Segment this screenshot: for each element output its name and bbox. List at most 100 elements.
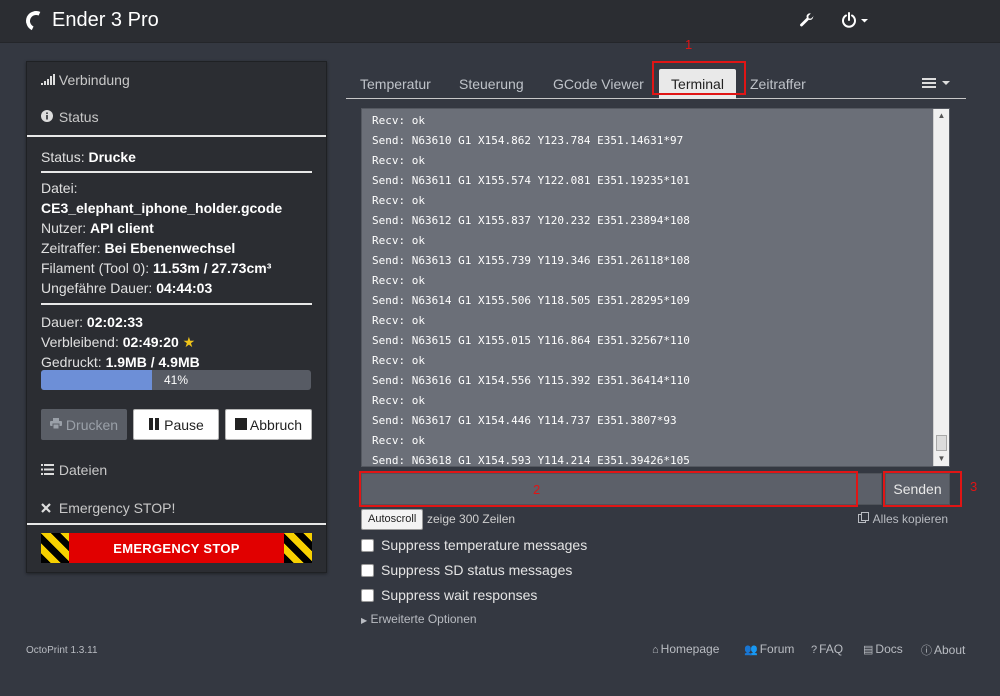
annotation-box-1 — [652, 61, 746, 95]
terminal-line: Recv: ok — [372, 274, 425, 287]
lines-info: zeige 300 Zeilen — [427, 512, 516, 526]
homepage-link[interactable]: ⌂ Homepage — [652, 642, 719, 656]
terminal-line: Recv: ok — [372, 194, 425, 207]
suppress-wait-checkbox[interactable]: Suppress wait responses — [361, 585, 537, 605]
terminal-scrollbar[interactable]: ▲ ▼ — [933, 109, 949, 466]
connection-heading[interactable]: Verbindung — [27, 62, 326, 99]
tab-temperature[interactable]: Temperatur — [350, 69, 441, 99]
file-label: Datei: — [41, 180, 78, 196]
checkbox[interactable] — [361, 538, 374, 552]
annotation-number-2: 2 — [533, 482, 541, 497]
homepage-label: Homepage — [660, 642, 720, 656]
scrollbar-thumb[interactable] — [936, 435, 947, 451]
scroll-up-icon[interactable]: ▲ — [934, 109, 949, 123]
copy-all-link[interactable]: Alles kopieren — [858, 512, 948, 526]
status-heading-label: Status — [58, 109, 99, 125]
brand-title: Ender 3 Pro — [52, 9, 159, 31]
power-icon[interactable] — [841, 12, 869, 32]
faq-link[interactable]: ? FAQ — [811, 642, 843, 656]
terminal-line: Send: N63618 G1 X154.593 Y114.214 E351.3… — [372, 454, 690, 467]
navbar: Ender 3 Pro — [0, 0, 1000, 43]
faq-label: FAQ — [819, 642, 844, 656]
info-icon: ⓘ — [921, 645, 932, 657]
autoscroll-button[interactable]: Autoscroll — [361, 509, 424, 530]
files-label: Dateien — [58, 462, 108, 478]
brand[interactable]: Ender 3 Pro — [23, 7, 159, 34]
hamburger-menu-icon — [922, 76, 952, 92]
duration-line: Dauer: 02:02:33 — [41, 314, 143, 330]
divider — [27, 523, 326, 525]
close-icon — [41, 502, 55, 516]
status-heading[interactable]: Status — [27, 99, 326, 136]
remaining-value: 02:49:20 — [122, 334, 179, 350]
about-link[interactable]: ⓘ About — [921, 642, 965, 658]
connection-label: Verbindung — [58, 72, 130, 88]
files-heading[interactable]: Dateien — [27, 452, 326, 489]
docs-label: Docs — [875, 642, 903, 656]
terminal-line: Send: N63611 G1 X155.574 Y122.081 E351.1… — [372, 174, 690, 187]
timelapse-line: Zeitraffer: Bei Ebenenwechsel — [41, 240, 236, 256]
checkbox[interactable] — [361, 588, 374, 602]
cancel-button[interactable]: Abbruch — [225, 409, 312, 440]
pause-icon — [148, 417, 160, 433]
terminal-line: Recv: ok — [372, 154, 425, 167]
forum-label: Forum — [759, 642, 795, 656]
tab-timelapse[interactable]: Zeitraffer — [740, 69, 816, 99]
checkbox[interactable] — [361, 563, 374, 577]
printer-icon — [49, 417, 62, 432]
suppress-sd-label: Suppress SD status messages — [381, 562, 573, 578]
star-icon: ★ — [182, 334, 196, 350]
terminal-lines: Recv: ok Send: N63610 G1 X154.862 Y123.78… — [372, 111, 690, 467]
signal-icon — [41, 74, 55, 88]
terminal-line: Recv: ok — [372, 114, 425, 127]
advanced-options-toggle[interactable]: ▶ Erweiterte Optionen — [361, 612, 477, 626]
info-icon — [41, 110, 55, 125]
scroll-down-icon[interactable]: ▼ — [934, 452, 949, 466]
terminal-output[interactable]: Recv: ok Send: N63610 G1 X154.862 Y123.78… — [361, 108, 950, 467]
octoprint-logo-icon — [23, 7, 49, 34]
annotation-box-2 — [359, 471, 858, 507]
version-label: OctoPrint 1.3.11 — [26, 645, 98, 656]
terminal-line: Send: N63615 G1 X155.015 Y116.864 E351.3… — [372, 334, 690, 347]
pause-button[interactable]: Pause — [133, 409, 219, 440]
docs-link[interactable]: ▤ Docs — [863, 642, 903, 656]
hazard-stripes — [41, 533, 69, 563]
filament-value: 11.53m / 27.73cm³ — [153, 260, 272, 276]
timelapse-value: Bei Ebenenwechsel — [104, 240, 236, 256]
sidebar: Verbindung Status Status: Drucke Datei: … — [26, 61, 327, 573]
terminal-line: Send: N63617 G1 X154.446 Y114.737 E351.3… — [372, 414, 677, 427]
tab-gcode-viewer[interactable]: GCode Viewer — [543, 69, 654, 99]
estop-heading[interactable]: Emergency STOP! — [27, 490, 326, 527]
progress-label: 41% — [163, 373, 189, 387]
suppress-sd-checkbox[interactable]: Suppress SD status messages — [361, 560, 572, 580]
hazard-stripes — [284, 533, 312, 563]
emergency-stop-button[interactable]: EMERGENCY STOP — [41, 533, 312, 563]
print-button[interactable]: Drucken — [41, 409, 127, 440]
tab-menu[interactable] — [912, 69, 962, 99]
wrench-icon[interactable] — [799, 12, 815, 32]
print-button-label: Drucken — [65, 416, 119, 433]
suppress-temperature-checkbox[interactable]: Suppress temperature messages — [361, 535, 587, 555]
users-icon: 👥 — [744, 644, 758, 656]
suppress-temperature-label: Suppress temperature messages — [381, 537, 588, 553]
emergency-stop-label: EMERGENCY STOP — [69, 533, 284, 563]
cancel-button-label: Abbruch — [249, 416, 303, 433]
est-time-line: Ungefähre Dauer: 04:44:03 — [41, 280, 213, 296]
est-time-value: 04:44:03 — [156, 280, 213, 296]
list-icon — [41, 464, 55, 478]
copy-icon — [858, 512, 873, 526]
question-icon: ? — [811, 644, 818, 656]
advanced-options-label: Erweiterte Optionen — [370, 612, 477, 626]
tab-control[interactable]: Steuerung — [449, 69, 534, 99]
status-line: Status: Drucke — [41, 149, 136, 165]
home-icon: ⌂ — [652, 644, 659, 656]
terminal-line: Send: N63614 G1 X155.506 Y118.505 E351.2… — [372, 294, 690, 307]
forum-link[interactable]: 👥 Forum — [744, 642, 794, 656]
copy-all-label: Alles kopieren — [872, 512, 949, 526]
annotation-box-3 — [883, 471, 962, 507]
terminal-line: Recv: ok — [372, 234, 425, 247]
file-name: CE3_elephant_iphone_holder.gcode — [41, 200, 283, 216]
book-icon: ▤ — [863, 644, 874, 656]
terminal-line: Send: N63610 G1 X154.862 Y123.784 E351.1… — [372, 134, 684, 147]
status-value: Drucke — [88, 149, 136, 165]
